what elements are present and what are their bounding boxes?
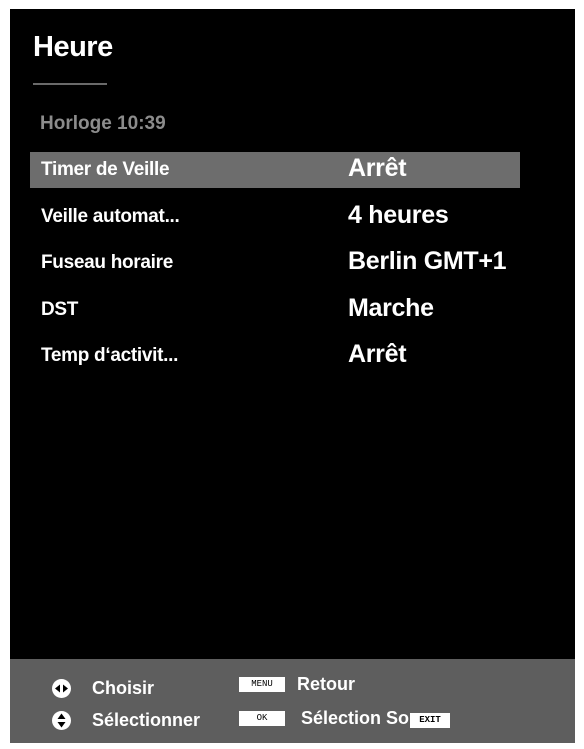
menu-item-dst[interactable]: DST Marche <box>30 292 520 328</box>
menu-item-label: DST <box>41 298 79 320</box>
ok-key: OK <box>239 711 285 726</box>
selection-hint-label: Sélection So <box>301 708 410 728</box>
page-title: Heure <box>33 31 113 63</box>
clock-readout: Horloge 10:39 <box>40 113 166 134</box>
select-hint: Sélectionner <box>92 710 201 730</box>
exit-key: EXIT <box>410 713 451 728</box>
menu-item-value: Arrêt <box>348 154 407 182</box>
menu-key: MENU <box>239 677 285 692</box>
menu-item-label: Fuseau horaire <box>41 252 174 273</box>
menu-item-time-zone[interactable]: Fuseau horaire Berlin GMT+1 <box>30 245 520 281</box>
time-settings-screen: Heure Horloge 10:39 Timer de Veille Arrê… <box>10 9 575 743</box>
menu-item-value: Marche <box>348 293 434 322</box>
settings-menu: Timer de Veille Arrêt Veille automat... … <box>30 152 520 385</box>
menu-item-label: Veille automat... <box>41 205 180 227</box>
back-hint: Retour <box>297 674 355 694</box>
menu-item-label: Temp d‘activit... <box>41 345 179 366</box>
help-bar: Choisir Sélectionner MENU Retour OK Séle… <box>10 659 575 743</box>
menu-item-value: Arrêt <box>348 340 407 368</box>
left-right-arrows-icon <box>52 679 71 698</box>
menu-item-sleep-timer[interactable]: Timer de Veille Arrêt <box>30 152 520 188</box>
up-down-arrows-icon <box>52 711 71 730</box>
choose-hint: Choisir <box>92 678 155 698</box>
title-underline <box>33 83 107 85</box>
selection-hint: Sélection So EXIT <box>301 708 451 729</box>
menu-item-activity-time[interactable]: Temp d‘activit... Arrêt <box>30 338 520 374</box>
menu-item-label: Timer de Veille <box>41 159 170 180</box>
menu-item-value: Berlin GMT+1 <box>348 247 507 275</box>
menu-item-auto-standby[interactable]: Veille automat... 4 heures <box>30 199 520 235</box>
menu-item-value: 4 heures <box>348 200 449 229</box>
